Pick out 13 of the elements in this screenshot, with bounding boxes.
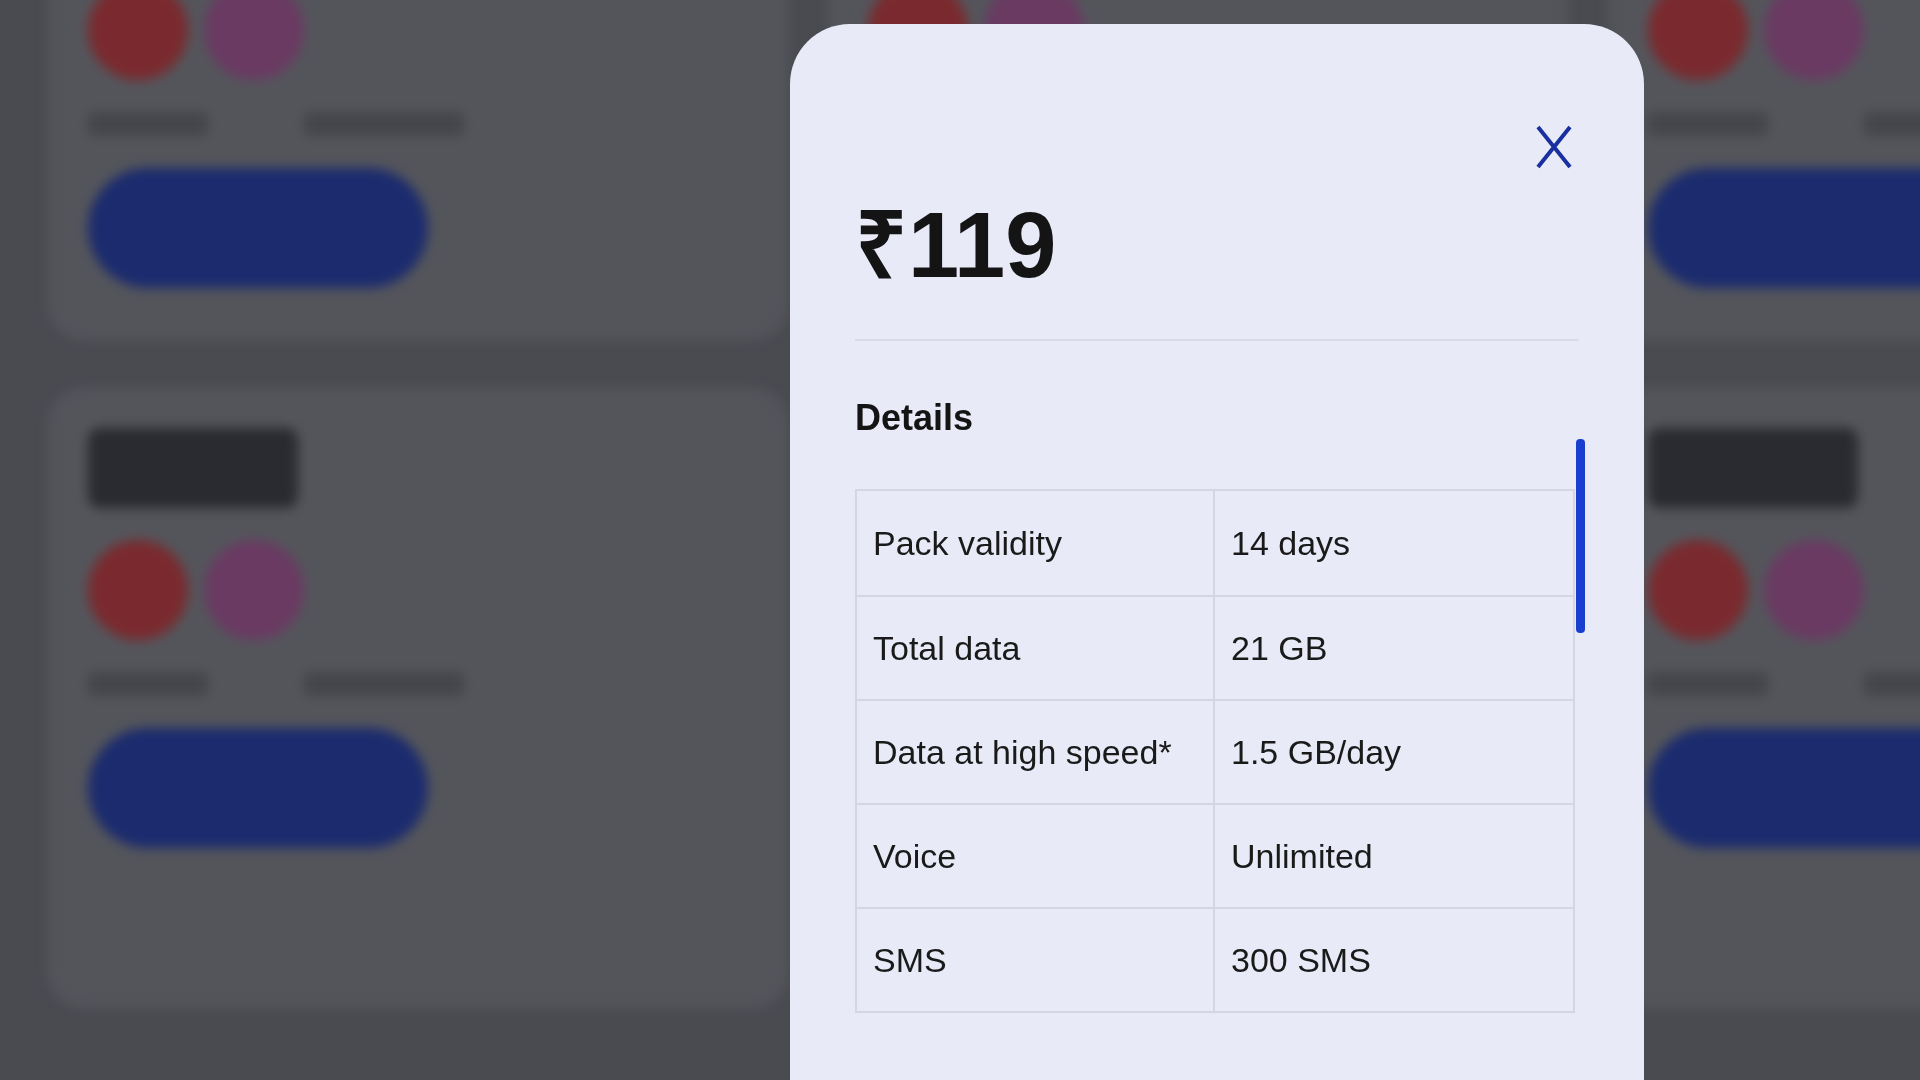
detail-value: 300 SMS bbox=[1230, 939, 1372, 981]
detail-label: Data at high speed* bbox=[857, 701, 1215, 803]
detail-label: SMS bbox=[857, 909, 1215, 1011]
plan-price: ₹119 bbox=[855, 199, 1058, 291]
detail-label: Pack validity bbox=[857, 491, 1215, 595]
detail-value: 14 days bbox=[1230, 522, 1352, 564]
detail-label: Total data bbox=[857, 597, 1215, 699]
detail-value: Unlimited bbox=[1230, 835, 1374, 877]
section-title: Details bbox=[855, 396, 975, 440]
detail-label: Voice bbox=[857, 805, 1215, 907]
detail-value: 1.5 GB/day bbox=[1230, 731, 1403, 773]
detail-value: 21 GB bbox=[1230, 627, 1329, 669]
close-icon bbox=[1535, 124, 1573, 170]
